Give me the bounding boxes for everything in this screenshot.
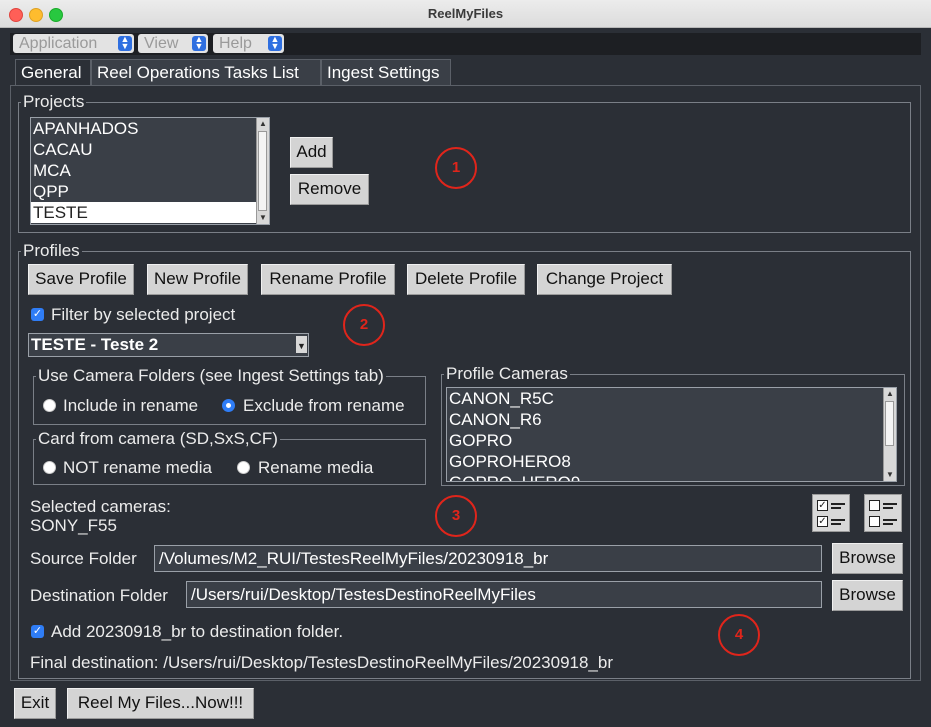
- list-item[interactable]: GOPRO_HERO9: [447, 472, 896, 481]
- scroll-thumb[interactable]: [885, 401, 894, 446]
- destination-folder-label: Destination Folder: [30, 586, 168, 605]
- tab-ingest-settings[interactable]: Ingest Settings: [321, 59, 451, 86]
- not-rename-media-label: NOT rename media: [63, 458, 212, 477]
- list-item[interactable]: CACAU: [31, 139, 269, 160]
- selected-cameras-label: Selected cameras:: [30, 497, 171, 516]
- exclude-from-rename-label: Exclude from rename: [243, 396, 405, 415]
- not-rename-media-radio[interactable]: [43, 461, 56, 474]
- tab-reel-operations[interactable]: Reel Operations Tasks List: [91, 59, 321, 86]
- scroll-up-icon[interactable]: ▲: [257, 118, 269, 130]
- menu-application[interactable]: Application ▲ ▼: [13, 34, 134, 53]
- save-profile-button[interactable]: Save Profile: [28, 264, 134, 295]
- chevron-down-icon: ▼: [296, 336, 307, 353]
- list-item[interactable]: CANON_R5C: [447, 388, 896, 409]
- title-bar: ReelMyFiles: [0, 0, 931, 28]
- scroll-up-icon[interactable]: ▲: [884, 388, 896, 400]
- source-folder-field[interactable]: /Volumes/M2_RUI/TestesReelMyFiles/202309…: [154, 545, 822, 572]
- browse-source-button[interactable]: Browse: [832, 543, 903, 574]
- destination-folder-field[interactable]: /Users/rui/Desktop/TestesDestinoReelMyFi…: [186, 581, 822, 608]
- include-in-rename-label: Include in rename: [63, 396, 199, 415]
- window-title: ReelMyFiles: [427, 6, 504, 21]
- projects-legend: Projects: [23, 92, 85, 111]
- reel-now-button[interactable]: Reel My Files...Now!!!: [67, 688, 254, 719]
- list-item-selected[interactable]: TESTE: [31, 202, 269, 223]
- final-destination-text: Final destination: /Users/rui/Desktop/Te…: [30, 653, 614, 672]
- rename-media-radio[interactable]: [237, 461, 250, 474]
- profile-select[interactable]: TESTE - Teste 2 ▼: [28, 333, 309, 357]
- menu-application-label: Application: [19, 35, 98, 52]
- annotation-marker: 1: [435, 147, 477, 189]
- profile-select-value: TESTE - Teste 2: [31, 335, 159, 354]
- chevron-updown-icon: ▲ ▼: [118, 35, 132, 51]
- list-item[interactable]: GOPROHERO8: [447, 451, 896, 472]
- rename-media-label: Rename media: [258, 458, 374, 477]
- profile-cameras-list[interactable]: CANON_R5C CANON_R6 GOPRO GOPROHERO8 GOPR…: [446, 387, 897, 482]
- camera-folders-legend: Use Camera Folders (see Ingest Settings …: [38, 366, 384, 385]
- add-project-button[interactable]: Add: [290, 137, 333, 168]
- selected-cameras-value: SONY_F55: [30, 516, 117, 535]
- scroll-down-icon[interactable]: ▼: [884, 469, 896, 481]
- browse-destination-button[interactable]: Browse: [832, 580, 903, 611]
- cameras-scrollbar[interactable]: ▲ ▼: [883, 388, 896, 481]
- list-item[interactable]: GOPRO: [447, 430, 896, 451]
- chevron-updown-icon: ▲ ▼: [268, 35, 282, 51]
- remove-project-button[interactable]: Remove: [290, 174, 369, 205]
- chevron-updown-icon: ▲ ▼: [192, 35, 206, 51]
- list-item[interactable]: APANHADOS: [31, 118, 269, 139]
- add-to-destination-checkbox[interactable]: ✓: [31, 625, 44, 638]
- list-item[interactable]: MCA: [31, 160, 269, 181]
- annotation-marker: 4: [718, 614, 760, 656]
- menu-view-label: View: [144, 35, 179, 52]
- rename-profile-button[interactable]: Rename Profile: [261, 264, 395, 295]
- exit-button[interactable]: Exit: [14, 688, 56, 719]
- menu-bar: Application ▲ ▼ View ▲ ▼ Help ▲ ▼: [10, 33, 921, 55]
- menu-help-label: Help: [219, 35, 252, 52]
- projects-list[interactable]: APANHADOS CACAU MCA QPP TESTE ▲ ▼: [30, 117, 270, 225]
- list-item[interactable]: CANON_R6: [447, 409, 896, 430]
- delete-profile-button[interactable]: Delete Profile: [407, 264, 525, 295]
- tab-general[interactable]: General: [15, 59, 91, 86]
- filter-checkbox[interactable]: ✓: [31, 308, 44, 321]
- new-profile-button[interactable]: New Profile: [147, 264, 248, 295]
- menu-help[interactable]: Help ▲ ▼: [213, 34, 284, 53]
- include-in-rename-radio[interactable]: [43, 399, 56, 412]
- exclude-from-rename-radio[interactable]: [222, 399, 235, 412]
- filter-label: Filter by selected project: [51, 305, 236, 324]
- source-folder-label: Source Folder: [30, 549, 137, 568]
- change-project-button[interactable]: Change Project: [537, 264, 672, 295]
- checklist-unchecked-icon[interactable]: [864, 494, 902, 532]
- scroll-thumb[interactable]: [258, 131, 267, 211]
- profile-cameras-legend: Profile Cameras: [446, 364, 568, 383]
- annotation-marker: 2: [343, 304, 385, 346]
- checklist-checked-icon[interactable]: ✓ ✓: [812, 494, 850, 532]
- profiles-legend: Profiles: [23, 241, 80, 260]
- list-item[interactable]: QPP: [31, 181, 269, 202]
- annotation-marker: 3: [435, 495, 477, 537]
- scroll-down-icon[interactable]: ▼: [257, 212, 269, 224]
- card-legend: Card from camera (SD,SxS,CF): [38, 429, 278, 448]
- add-to-destination-label: Add 20230918_br to destination folder.: [51, 622, 344, 641]
- projects-scrollbar[interactable]: ▲ ▼: [256, 118, 269, 224]
- menu-view[interactable]: View ▲ ▼: [138, 34, 208, 53]
